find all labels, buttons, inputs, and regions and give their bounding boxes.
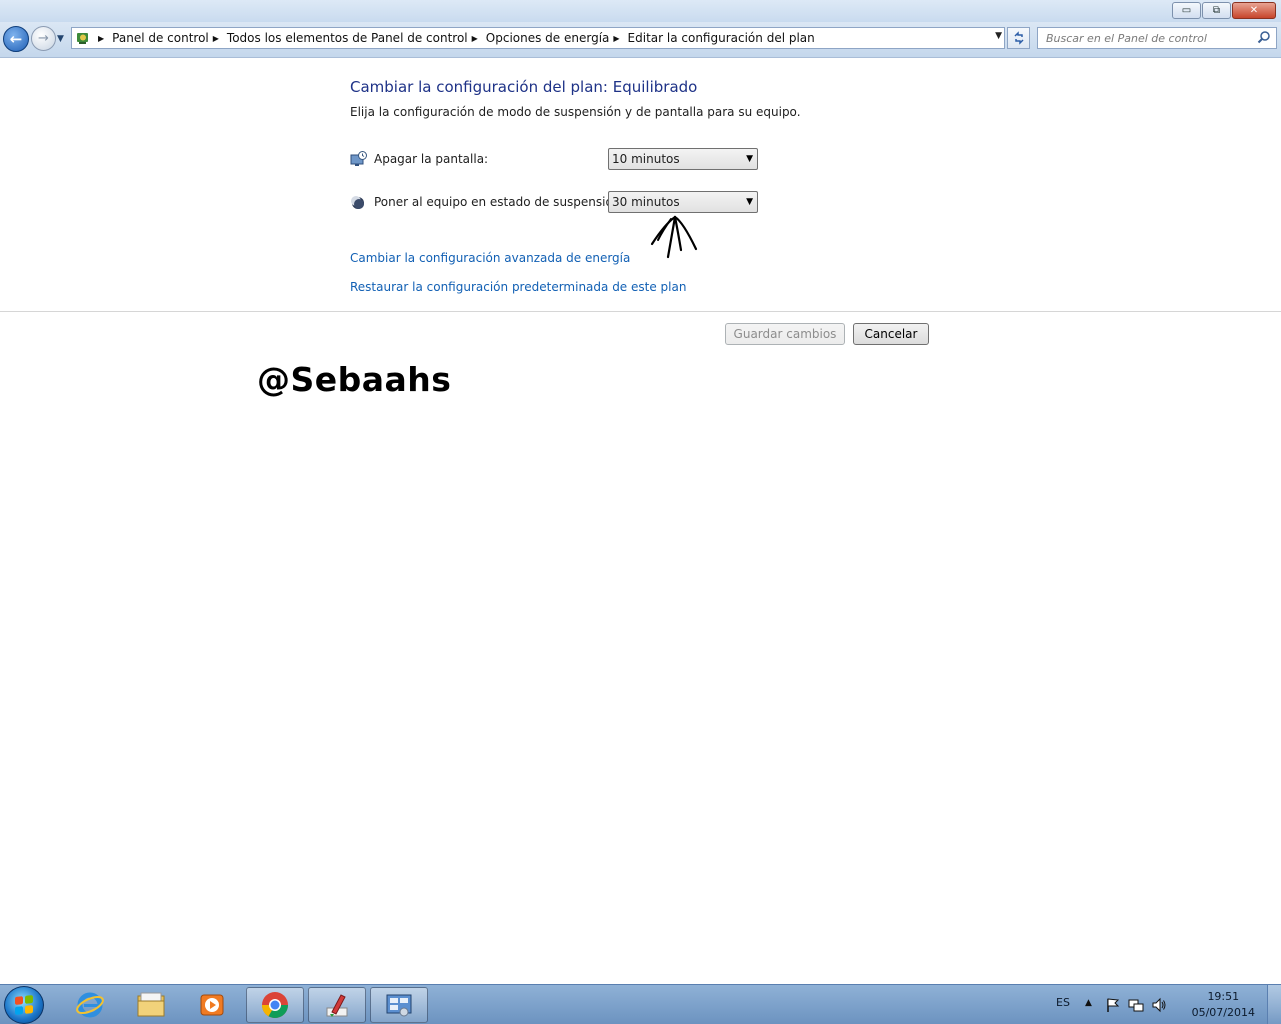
breadcrumb-separator-icon[interactable]: ▶: [213, 34, 219, 43]
chevron-down-icon: ▼: [746, 154, 753, 164]
restore-defaults-link[interactable]: Restaurar la configuración predeterminad…: [350, 280, 686, 294]
moon-sleep-icon: [351, 196, 364, 209]
advanced-power-settings-link[interactable]: Cambiar la configuración avanzada de ene…: [350, 251, 630, 265]
breadcrumb-editar-plan[interactable]: Editar la configuración del plan: [628, 31, 815, 45]
maximize-button[interactable]: ⧉: [1202, 2, 1231, 19]
breadcrumb-separator-icon[interactable]: ▶: [472, 34, 478, 43]
close-button[interactable]: ✕: [1232, 2, 1276, 19]
watermark-text: @Sebaahs: [257, 360, 452, 399]
show-hidden-icons-chevron-icon[interactable]: ▲: [1085, 998, 1092, 1008]
windows-logo-icon: [15, 995, 33, 1015]
minimize-button[interactable]: ▭: [1172, 2, 1201, 19]
monitor-clock-icon: [350, 151, 367, 166]
paint-tool-icon: [326, 994, 348, 1017]
taskbar-internet-explorer[interactable]: [61, 987, 119, 1023]
taskbar-paint-tool[interactable]: [308, 987, 366, 1023]
media-player-icon: [200, 994, 224, 1016]
cancel-button[interactable]: Cancelar: [853, 323, 929, 345]
hand-drawn-arrow-annotation: [650, 215, 698, 259]
search-box[interactable]: [1037, 27, 1277, 49]
window-controls: ▭ ⧉ ✕: [1172, 2, 1276, 19]
breadcrumb-panel-de-control[interactable]: Panel de control: [112, 31, 209, 45]
control-panel-window-icon: [386, 994, 412, 1017]
breadcrumb-separator-icon[interactable]: ▶: [613, 34, 619, 43]
window-titlebar: ▭ ⧉ ✕: [0, 0, 1281, 22]
chrome-icon: [261, 992, 289, 1019]
control-panel-icon: [72, 28, 94, 48]
page-title: Cambiar la configuración del plan: Equil…: [350, 78, 698, 96]
sleep-value: 30 minutos: [612, 195, 680, 209]
clock-date: 05/07/2014: [1191, 1006, 1255, 1019]
display-off-label: Apagar la pantalla:: [374, 152, 489, 166]
navigation-bar: ← → ▼ ▶ Panel de control ▶ Todos los ele…: [0, 22, 1281, 58]
recent-pages-chevron-icon[interactable]: ▼: [57, 34, 64, 44]
taskbar-windows-explorer[interactable]: [122, 987, 180, 1023]
refresh-button[interactable]: [1007, 27, 1030, 49]
taskbar-chrome[interactable]: [246, 987, 304, 1023]
clock-time: 19:51: [1207, 990, 1240, 1003]
main-content: Cambiar la configuración del plan: Equil…: [0, 58, 1281, 984]
setting-row-display: Apagar la pantalla: 10 minutos ▼: [350, 148, 770, 172]
display-off-value: 10 minutos: [612, 152, 680, 166]
system-clock[interactable]: 19:51 05/07/2014: [1192, 989, 1255, 1021]
system-tray: ES ▲ 19:51 05/07/2014: [1051, 985, 1281, 1024]
action-center-flag-icon[interactable]: [1105, 997, 1121, 1013]
page-description: Elija la configuración de modo de suspen…: [350, 105, 801, 119]
address-dropdown-chevron-icon[interactable]: ▼: [995, 31, 1002, 41]
sleep-select[interactable]: 30 minutos ▼: [608, 191, 758, 213]
taskbar-control-panel[interactable]: [370, 987, 428, 1023]
network-icon[interactable]: [1128, 997, 1144, 1013]
setting-row-sleep: Poner al equipo en estado de suspensión:…: [350, 191, 770, 215]
taskbar-media-player[interactable]: [183, 987, 241, 1023]
internet-explorer-icon: [76, 992, 104, 1018]
forward-button[interactable]: →: [31, 26, 56, 51]
save-changes-button[interactable]: Guardar cambios: [725, 323, 845, 345]
display-off-select[interactable]: 10 minutos ▼: [608, 148, 758, 170]
section-divider: [0, 311, 1281, 312]
windows-explorer-icon: [137, 992, 165, 1017]
breadcrumb-opciones-de-energia[interactable]: Opciones de energía: [486, 31, 610, 45]
breadcrumb-todos-los-elementos[interactable]: Todos los elementos de Panel de control: [227, 31, 468, 45]
search-icon[interactable]: [1257, 30, 1271, 44]
show-desktop-button[interactable]: [1267, 985, 1281, 1024]
start-button[interactable]: [4, 986, 44, 1024]
search-input[interactable]: [1038, 28, 1248, 48]
address-bar[interactable]: ▶ Panel de control ▶ Todos los elementos…: [71, 27, 1005, 49]
volume-icon[interactable]: [1151, 997, 1167, 1013]
breadcrumb-separator-icon: ▶: [98, 33, 105, 43]
chevron-down-icon: ▼: [746, 197, 753, 207]
language-indicator[interactable]: ES: [1056, 996, 1070, 1009]
refresh-icon: [1013, 31, 1024, 45]
sleep-label: Poner al equipo en estado de suspensión:: [374, 195, 625, 209]
taskbar: ES ▲ 19:51 05/07/2014: [0, 984, 1281, 1024]
back-button[interactable]: ←: [3, 26, 29, 52]
